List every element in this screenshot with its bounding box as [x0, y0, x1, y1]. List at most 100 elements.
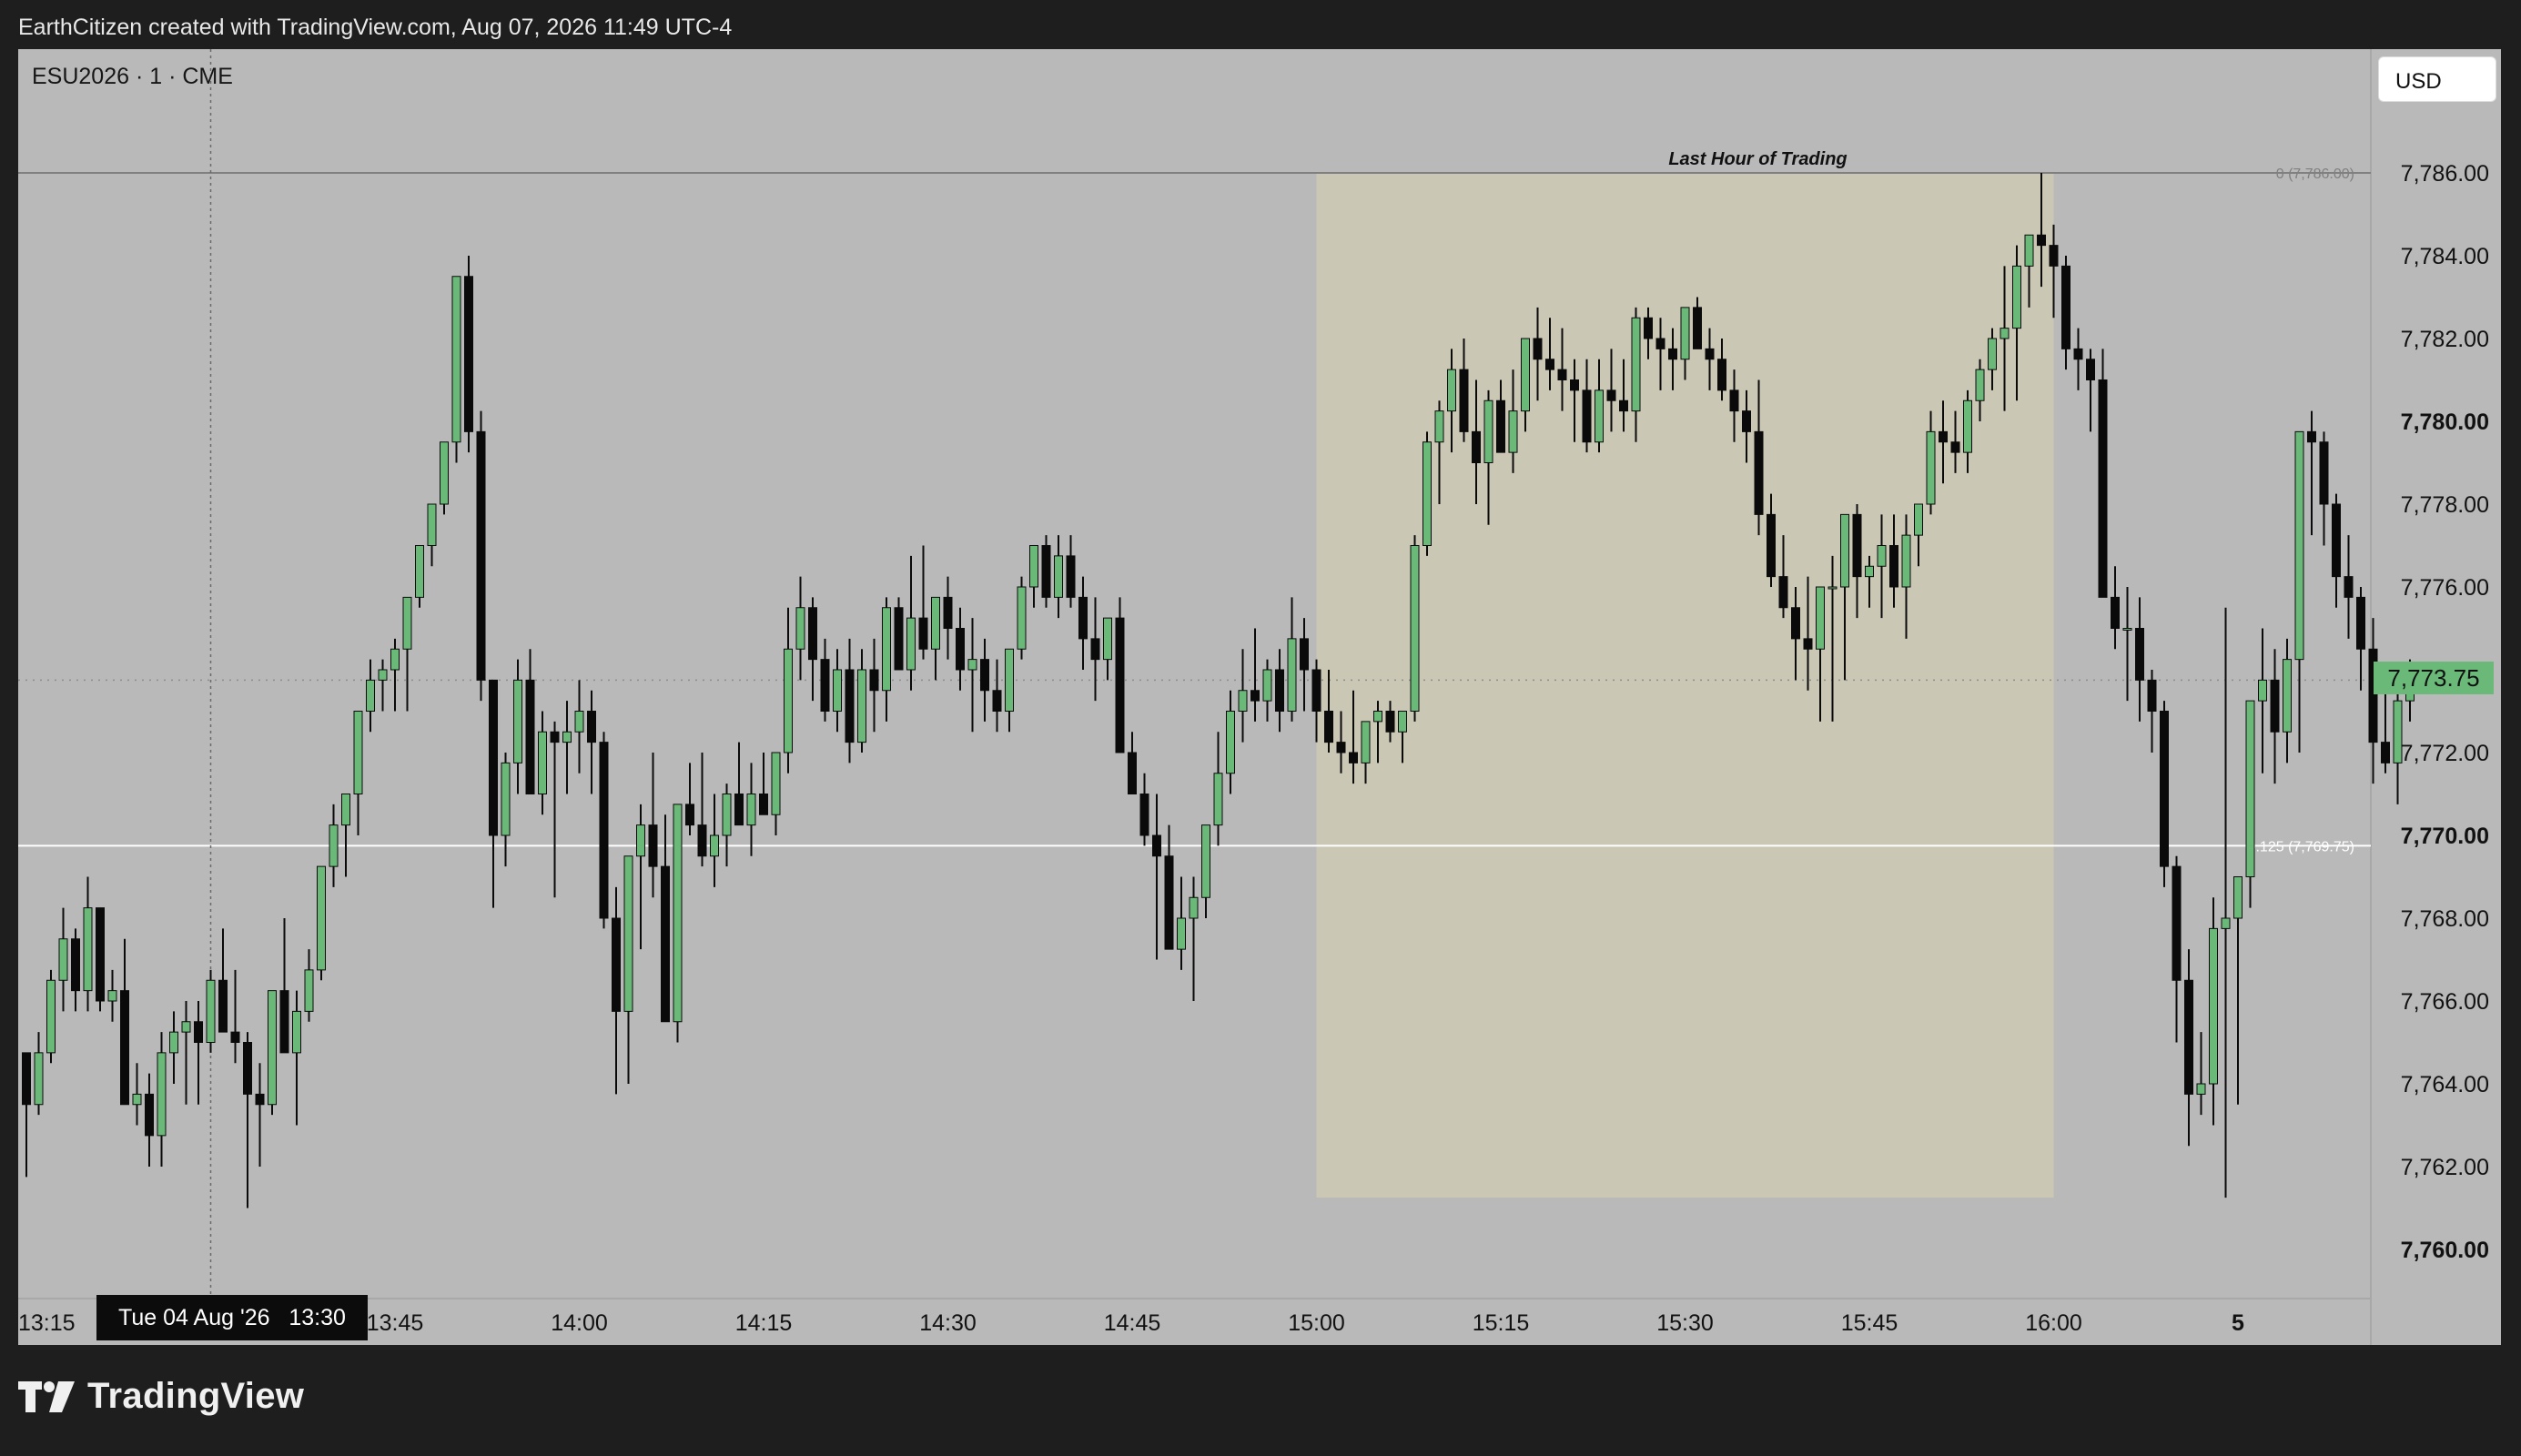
attribution-text: EarthCitizen created with TradingView.co… — [18, 15, 733, 40]
candle-body — [1644, 317, 1653, 339]
candle-body — [1865, 565, 1874, 578]
tradingview-logo[interactable]: TradingView — [18, 1376, 304, 1417]
candle-body — [2184, 979, 2193, 1095]
x-axis-tick-label: 14:30 — [919, 1310, 977, 1336]
candle-body — [2209, 927, 2218, 1085]
candle-body — [1324, 711, 1333, 743]
candle-body — [1705, 348, 1715, 360]
candle-body — [1459, 369, 1469, 432]
candle-body — [169, 1031, 178, 1054]
candle-body — [710, 834, 719, 857]
candle-body — [1545, 359, 1554, 370]
candle-body — [1336, 742, 1346, 753]
candle-body — [71, 938, 80, 992]
candle-body — [1521, 338, 1530, 412]
last-price-tag: 7,773.75 — [2374, 662, 2494, 694]
x-axis-tick-label: 15:00 — [1288, 1310, 1345, 1336]
candle-body — [1803, 638, 1813, 650]
candle-body — [157, 1052, 167, 1137]
candle-body — [58, 938, 68, 981]
candle-body — [1988, 338, 1997, 370]
tradingview-logo-text: TradingView — [87, 1376, 305, 1416]
candle-body — [1300, 638, 1309, 671]
candle-body — [992, 690, 1002, 712]
candle-body — [795, 607, 805, 650]
candle-body — [734, 794, 744, 826]
chart-area[interactable]: 0 (7,786.00) 0.125 (7,769.75) Last Hour of… — [18, 49, 2501, 1345]
crosshair-time-label: Tue 04 Aug '26 13:30 — [96, 1295, 368, 1340]
candle-body — [661, 865, 670, 1023]
candle-body — [2147, 679, 2157, 712]
candle-body — [83, 907, 93, 992]
candle-body — [1152, 834, 1161, 857]
y-axis-tick-label: 7,786.00 — [2401, 161, 2489, 187]
candle-body — [2196, 1083, 2206, 1095]
currency-button[interactable]: USD — [2378, 56, 2496, 102]
candle-body — [1103, 617, 1112, 661]
candle-body — [1029, 545, 1038, 588]
candle-body — [1373, 711, 1382, 723]
candle-body — [1311, 669, 1321, 712]
candle-body — [980, 659, 989, 692]
candle-body — [2332, 503, 2341, 578]
candle-body — [2000, 328, 2010, 339]
candle-body — [1017, 586, 1027, 650]
candle-body — [1877, 545, 1887, 567]
candle-body — [1447, 369, 1456, 412]
candle-body — [427, 503, 437, 546]
candle-body — [501, 762, 511, 836]
candle-body — [268, 990, 277, 1106]
x-axis-tick-label: 15:45 — [1841, 1310, 1898, 1336]
candle-body — [1078, 596, 1088, 640]
candle-body — [2344, 576, 2354, 598]
candle-body — [2073, 348, 2083, 360]
candle-body — [96, 907, 105, 1002]
candle-body — [1939, 430, 1948, 443]
candlestick-chart[interactable]: 0 (7,786.00) 0.125 (7,769.75) Last Hour of… — [18, 49, 2501, 1345]
candle-body — [2098, 379, 2108, 598]
y-axis-tick-label: 7,766.00 — [2401, 989, 2489, 1015]
candle-body — [2381, 742, 2390, 763]
candle-body — [771, 752, 781, 815]
candle-body — [279, 990, 289, 1054]
candle-body — [120, 990, 129, 1106]
candle-body — [1668, 348, 1677, 360]
candle-body — [1926, 430, 1936, 505]
candle-body — [538, 731, 547, 794]
candle-body — [464, 276, 473, 432]
candle-body — [623, 855, 633, 1012]
candle-body — [1570, 379, 1579, 391]
candle-body — [894, 607, 904, 671]
candle-body — [489, 679, 498, 836]
candle-body — [967, 659, 977, 671]
candle-body — [255, 1093, 265, 1106]
symbol-label[interactable]: ESU2026 · 1 · CME — [32, 64, 233, 90]
candle-body — [1177, 917, 1186, 950]
candle-body — [1483, 399, 1493, 463]
candle-body — [833, 669, 842, 712]
candle-body — [845, 669, 855, 743]
candle-body — [1889, 545, 1898, 588]
candle-body — [1262, 669, 1272, 702]
candle-body — [46, 979, 56, 1054]
y-axis-tick-label: 7,778.00 — [2401, 492, 2489, 518]
candle-body — [1729, 389, 1739, 412]
y-axis-tick-label: 7,776.00 — [2401, 575, 2489, 601]
candle-body — [1852, 513, 1862, 578]
candle-body — [906, 617, 916, 671]
candle-body — [1631, 317, 1641, 412]
candle-body — [2294, 430, 2304, 661]
candle-body — [587, 711, 596, 743]
candle-body — [648, 824, 658, 867]
candle-body — [2356, 596, 2365, 650]
candle-body — [1717, 359, 1726, 391]
candle-body — [1090, 638, 1100, 661]
candle-body — [1054, 555, 1063, 598]
candle-body — [2270, 679, 2280, 733]
candle-body — [1816, 586, 1825, 650]
candle-body — [1693, 307, 1702, 349]
candle-body — [1361, 721, 1371, 763]
candle-body — [1410, 545, 1420, 712]
candle-body — [2122, 628, 2132, 631]
candle-body — [759, 794, 768, 815]
